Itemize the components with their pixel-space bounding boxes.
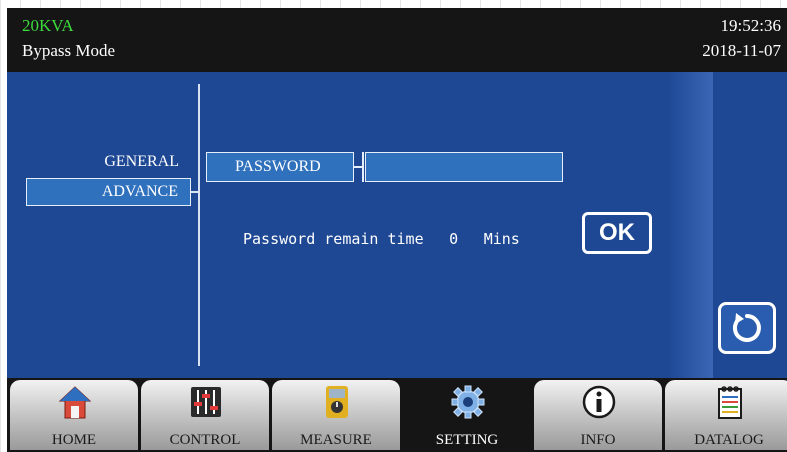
tab-control-label: CONTROL xyxy=(169,432,241,448)
home-icon xyxy=(58,386,92,419)
remain-unit: Mins xyxy=(483,230,520,248)
gear-icon xyxy=(451,385,485,419)
sidebar-divider xyxy=(198,84,200,366)
password-remain-row: Password remain time 0 Mins xyxy=(243,227,520,251)
tab-measure-label: MEASURE xyxy=(300,432,372,448)
clock-time: 19:52:36 xyxy=(720,16,781,35)
password-connector-bar xyxy=(362,152,364,182)
panel-shade xyxy=(667,72,713,378)
remain-label: Password remain time xyxy=(243,230,424,248)
notepad-icon xyxy=(718,386,742,419)
model-label: 20KVA xyxy=(22,16,74,35)
mode-label: Bypass Mode xyxy=(22,41,116,60)
tab-info-label: INFO xyxy=(580,432,616,448)
sliders-icon xyxy=(191,387,221,417)
sidebar-item-general[interactable]: GENERAL xyxy=(26,148,191,176)
back-button[interactable] xyxy=(718,302,776,354)
tab-info[interactable]: INFO xyxy=(534,380,662,450)
status-header: 20KVA Bypass Mode 19:52:36 2018-11-07 xyxy=(7,8,787,72)
tab-home-label: HOME xyxy=(51,432,97,448)
password-input[interactable] xyxy=(365,152,563,182)
sidebar-item-advance[interactable]: ADVANCE xyxy=(26,178,191,206)
tab-control[interactable]: CONTROL xyxy=(141,380,269,450)
tab-setting[interactable]: SETTING xyxy=(403,380,531,450)
password-label: PASSWORD xyxy=(206,152,354,182)
tab-measure[interactable]: MEASURE xyxy=(272,380,400,450)
multimeter-icon xyxy=(326,386,348,418)
ups-screen: 20KVA Bypass Mode 19:52:36 2018-11-07 GE… xyxy=(0,0,787,452)
ok-button[interactable]: OK xyxy=(582,212,652,254)
tab-home[interactable]: HOME xyxy=(10,380,138,450)
refresh-icon xyxy=(732,313,761,342)
tab-datalog[interactable]: DATALOG xyxy=(665,380,787,450)
tab-setting-label: SETTING xyxy=(435,432,499,448)
password-connector xyxy=(354,166,362,168)
clock-date: 2018-11-07 xyxy=(702,41,781,60)
settings-panel: GENERAL ADVANCE PASSWORD Password remain… xyxy=(7,72,787,378)
remain-value: 0 xyxy=(449,230,459,248)
tab-datalog-label: DATALOG xyxy=(694,432,764,448)
bottom-nav: HOME CONTROL MEASURE SETTING INFO DATALO… xyxy=(7,378,787,452)
info-icon xyxy=(582,385,616,419)
